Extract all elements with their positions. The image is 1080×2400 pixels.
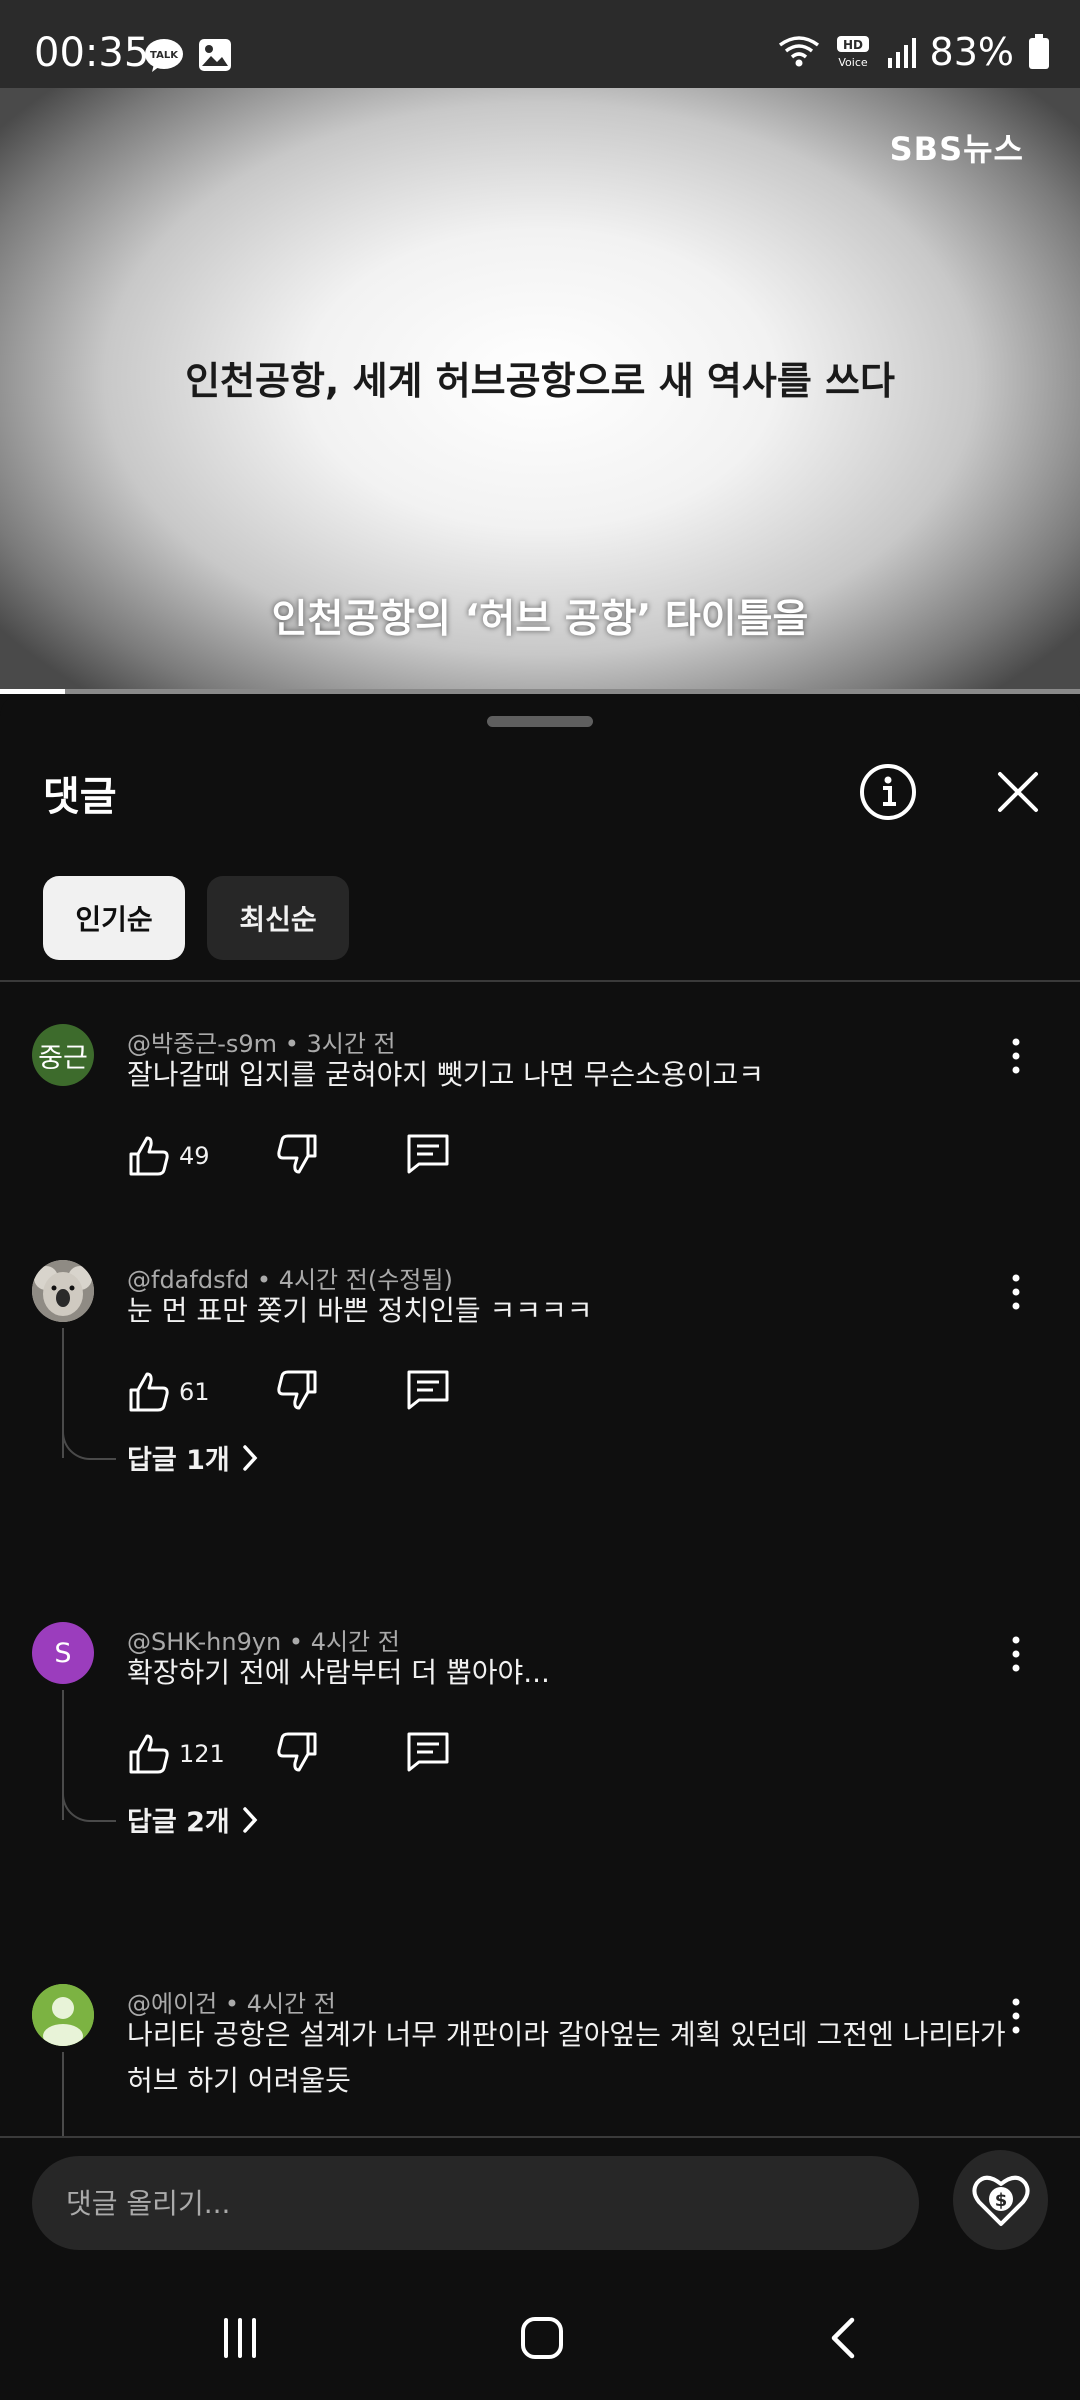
sort-tab-top[interactable]: 인기순 [43, 876, 185, 960]
svg-text:Voice: Voice [838, 56, 868, 69]
heart-dollar-icon: $ [971, 2175, 1030, 2226]
more-options-button[interactable] [1004, 1992, 1028, 2040]
like-button[interactable]: 49 [127, 1134, 275, 1178]
gallery-icon [199, 39, 231, 71]
more-vert-icon [1012, 1998, 1020, 2034]
svg-text:$: $ [994, 2190, 1007, 2211]
back-button[interactable] [814, 2308, 874, 2368]
notification-icons: TALK [144, 38, 232, 74]
comment-text: 나리타 공항은 설계가 너무 개판이라 갈아엎는 계획 있던데 그전엔 나리타가… [127, 2018, 1006, 2097]
close-icon [998, 772, 1038, 812]
thumbs-up-icon [129, 1734, 169, 1774]
comment-actions: 121 [127, 1730, 451, 1778]
svg-text:HD: HD [843, 38, 863, 52]
video-headline: 인천공항, 세계 허브공항으로 새 역사를 쓰다 [185, 359, 895, 403]
info-button[interactable] [858, 762, 918, 822]
thread-line [62, 2052, 64, 2136]
avatar-initials: S [54, 1637, 72, 1669]
like-button[interactable]: 121 [127, 1732, 275, 1776]
like-count: 61 [179, 1378, 210, 1406]
reply-icon [407, 1732, 449, 1772]
avatar-initials: 중근 [38, 1042, 88, 1074]
sheet-title: 댓글 [43, 774, 117, 820]
dislike-button[interactable] [275, 1730, 405, 1778]
dislike-button[interactable] [275, 1132, 405, 1180]
battery-percent: 83% [929, 30, 1014, 74]
more-vert-icon [1012, 1636, 1020, 1672]
like-count: 49 [179, 1142, 210, 1170]
avatar[interactable] [32, 1260, 94, 1322]
avatar[interactable]: 중근 [32, 1024, 94, 1086]
video-player[interactable]: SBS뉴스 인천공항, 세계 허브공항으로 새 역사를 쓰다 인천공항의 ‘허브… [0, 88, 1080, 694]
channel-logo: SBS뉴스 [889, 130, 1024, 168]
divider [0, 980, 1080, 982]
more-vert-icon [1012, 1274, 1020, 1310]
home-icon [521, 2317, 563, 2359]
comment-actions: 61 [127, 1368, 451, 1416]
thread-connector [62, 1780, 116, 1822]
comment-text: 확장하기 전에 사람부터 더 뽑아야... [127, 1656, 550, 1689]
chevron-right-icon [242, 1806, 258, 1833]
like-count: 121 [179, 1740, 225, 1768]
more-options-button[interactable] [1004, 1630, 1028, 1678]
avatar[interactable]: S [32, 1622, 94, 1684]
comment-actions: 49 [127, 1132, 451, 1180]
comments-sheet: 댓글 인기순 최신순 중근 @박중근-s9m • 3시간 전 잘나갈때 입지를 … [0, 694, 1080, 2136]
thumbs-up-icon [129, 1372, 169, 1412]
more-options-button[interactable] [1004, 1268, 1028, 1316]
replies-label: 답글 2개 [127, 1807, 230, 1838]
system-status: HD Voice 83% [778, 30, 1050, 74]
comment-text: 눈 먼 표만 쫒기 바쁜 정치인들 ㅋㅋㅋㅋ [127, 1294, 593, 1327]
like-button[interactable]: 61 [127, 1370, 275, 1414]
thumbs-down-icon [277, 1370, 317, 1410]
back-icon [831, 2317, 855, 2359]
recent-apps-icon [224, 2318, 256, 2358]
comment-text: 잘나갈때 입지를 굳혀야지 뺏기고 나면 무슨소용이고ㅋ [127, 1058, 764, 1091]
home-button[interactable] [512, 2308, 572, 2368]
more-vert-icon [1012, 1038, 1020, 1074]
status-time: 00:35 [34, 30, 150, 76]
wifi-icon [778, 36, 819, 67]
kakaotalk-icon: TALK [145, 39, 183, 72]
avatar[interactable] [32, 1984, 94, 2046]
hd-voice-icon: HD Voice [836, 36, 869, 69]
chevron-right-icon [242, 1444, 258, 1471]
drag-handle[interactable] [487, 716, 593, 727]
comment-input-bar: $ [0, 2138, 1080, 2258]
svg-text:TALK: TALK [150, 50, 179, 61]
reply-button[interactable] [405, 1368, 451, 1416]
video-subtitle: 인천공항의 ‘허브 공항’ 타이틀을 [271, 597, 809, 642]
dislike-button[interactable] [275, 1368, 405, 1416]
super-thanks-button[interactable]: $ [953, 2150, 1048, 2250]
view-replies-button[interactable]: 답글 2개 [127, 1800, 260, 1839]
default-user-avatar-icon [32, 1984, 94, 2046]
thumbs-up-icon [129, 1136, 169, 1176]
thumbs-down-icon [277, 1732, 317, 1772]
comment-input[interactable] [32, 2156, 919, 2250]
thumbs-down-icon [277, 1134, 317, 1174]
replies-label: 답글 1개 [127, 1445, 230, 1476]
koala-avatar-icon [32, 1260, 94, 1322]
thread-connector [62, 1418, 116, 1460]
status-bar: 00:35 TALK HD Voice 83% [0, 0, 1080, 88]
battery-icon [1029, 34, 1049, 69]
reply-icon [407, 1370, 449, 1410]
view-replies-button[interactable]: 답글 1개 [127, 1438, 260, 1477]
system-nav-bar [0, 2258, 1080, 2400]
info-icon [860, 764, 916, 820]
signal-icon [887, 38, 916, 68]
recent-apps-button[interactable] [210, 2308, 270, 2368]
reply-button[interactable] [405, 1132, 451, 1180]
sort-tab-newest[interactable]: 최신순 [207, 876, 349, 960]
more-options-button[interactable] [1004, 1032, 1028, 1080]
close-button[interactable] [988, 762, 1048, 822]
reply-icon [407, 1134, 449, 1174]
reply-button[interactable] [405, 1730, 451, 1778]
